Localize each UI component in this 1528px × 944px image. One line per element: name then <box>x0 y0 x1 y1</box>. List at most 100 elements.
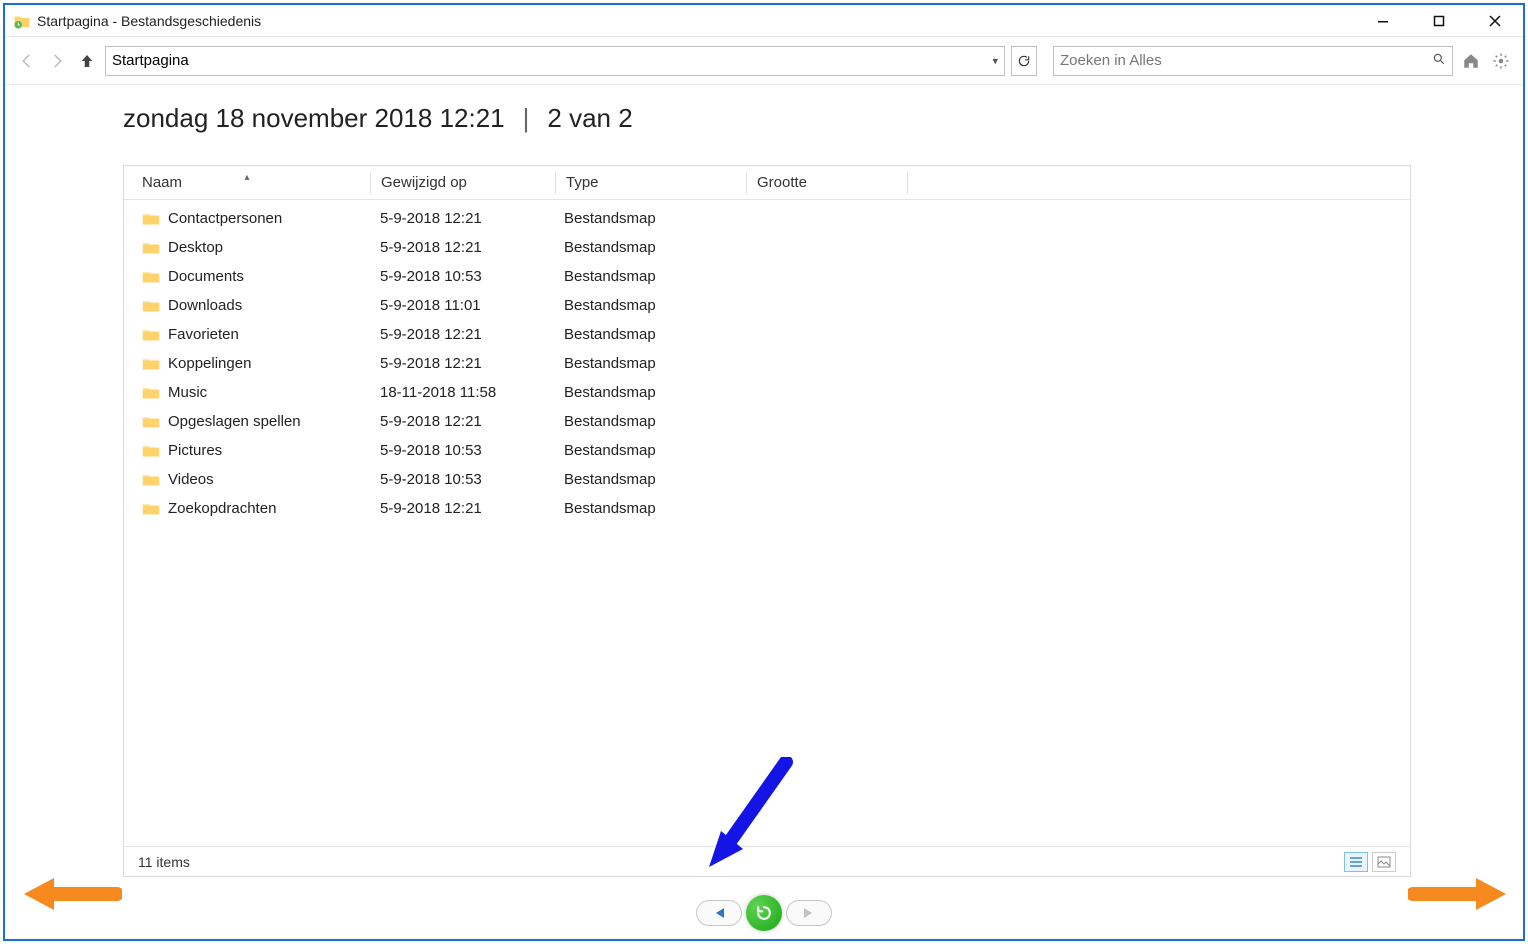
column-modified[interactable]: Gewijzigd op <box>371 174 555 191</box>
previous-version-button[interactable] <box>696 900 742 926</box>
file-modified: 5-9-2018 10:53 <box>370 471 554 488</box>
maximize-button[interactable] <box>1411 5 1467 37</box>
folder-icon <box>142 327 160 343</box>
file-modified: 5-9-2018 12:21 <box>370 355 554 372</box>
file-modified: 5-9-2018 12:21 <box>370 326 554 343</box>
file-type: Bestandsmap <box>554 326 744 343</box>
table-row[interactable]: Zoekopdrachten 5-9-2018 12:21 Bestandsma… <box>124 494 1410 523</box>
file-name: Opgeslagen spellen <box>168 413 301 430</box>
minimize-button[interactable] <box>1355 5 1411 37</box>
file-modified: 5-9-2018 12:21 <box>370 210 554 227</box>
content-area: zondag 18 november 2018 12:21 | 2 van 2 … <box>5 85 1523 939</box>
forward-button[interactable] <box>45 49 69 73</box>
file-name: Downloads <box>168 297 242 314</box>
navigation-toolbar: Startpagina ▾ Zoeken in Alles <box>5 37 1523 85</box>
file-modified: 5-9-2018 12:21 <box>370 413 554 430</box>
sort-ascending-icon: ▴ <box>244 172 249 183</box>
file-name: Desktop <box>168 239 223 256</box>
table-row[interactable]: Downloads 5-9-2018 11:01 Bestandsmap <box>124 291 1410 320</box>
folder-icon <box>142 385 160 401</box>
table-row[interactable]: Favorieten 5-9-2018 12:21 Bestandsmap <box>124 320 1410 349</box>
file-modified: 18-11-2018 11:58 <box>370 384 554 401</box>
file-type: Bestandsmap <box>554 500 744 517</box>
file-modified: 5-9-2018 11:01 <box>370 297 554 314</box>
file-type: Bestandsmap <box>554 297 744 314</box>
column-modified-label: Gewijzigd op <box>381 174 467 191</box>
home-icon[interactable] <box>1459 49 1483 73</box>
status-bar: 11 items <box>124 846 1410 876</box>
heading-separator: | <box>523 103 530 134</box>
folder-icon <box>142 501 160 517</box>
column-type[interactable]: Type <box>556 174 746 191</box>
titlebar: Startpagina - Bestandsgeschiedenis <box>5 5 1523 37</box>
file-history-window: Startpagina - Bestandsgeschiedenis Start… <box>3 3 1525 941</box>
file-type: Bestandsmap <box>554 355 744 372</box>
settings-icon[interactable] <box>1489 49 1513 73</box>
column-size[interactable]: Grootte <box>747 174 907 191</box>
file-type: Bestandsmap <box>554 413 744 430</box>
search-placeholder: Zoeken in Alles <box>1060 52 1162 69</box>
up-button[interactable] <box>75 49 99 73</box>
folder-icon <box>142 298 160 314</box>
file-name: Favorieten <box>168 326 239 343</box>
file-type: Bestandsmap <box>554 471 744 488</box>
refresh-button[interactable] <box>1011 46 1037 76</box>
file-modified: 5-9-2018 12:21 <box>370 239 554 256</box>
back-button[interactable] <box>15 49 39 73</box>
file-name: Videos <box>168 471 214 488</box>
file-modified: 5-9-2018 10:53 <box>370 268 554 285</box>
folder-icon <box>142 356 160 372</box>
restore-button[interactable] <box>746 895 782 931</box>
folder-icon <box>142 414 160 430</box>
address-dropdown-icon[interactable]: ▾ <box>992 54 998 67</box>
table-row[interactable]: Koppelingen 5-9-2018 12:21 Bestandsmap <box>124 349 1410 378</box>
column-name[interactable]: ▴ Naam <box>124 174 370 191</box>
search-input[interactable]: Zoeken in Alles <box>1053 46 1453 76</box>
table-row[interactable]: Desktop 5-9-2018 12:21 Bestandsmap <box>124 233 1410 262</box>
folder-icon <box>142 211 160 227</box>
folder-icon <box>142 443 160 459</box>
column-type-label: Type <box>566 174 599 191</box>
file-modified: 5-9-2018 12:21 <box>370 500 554 517</box>
snapshot-datetime: zondag 18 november 2018 12:21 <box>123 103 505 134</box>
column-separator <box>907 172 908 194</box>
file-name: Documents <box>168 268 244 285</box>
history-controls <box>5 887 1523 939</box>
table-row[interactable]: Documents 5-9-2018 10:53 Bestandsmap <box>124 262 1410 291</box>
column-name-label: Naam <box>142 174 182 191</box>
file-modified: 5-9-2018 10:53 <box>370 442 554 459</box>
search-icon <box>1432 52 1446 70</box>
snapshot-heading: zondag 18 november 2018 12:21 | 2 van 2 <box>5 85 1523 148</box>
folder-history-icon <box>13 12 31 30</box>
file-name: Zoekopdrachten <box>168 500 276 517</box>
window-title: Startpagina - Bestandsgeschiedenis <box>37 13 261 29</box>
view-thumbnails-button[interactable] <box>1372 852 1396 872</box>
close-button[interactable] <box>1467 5 1523 37</box>
file-list-panel: ▴ Naam Gewijzigd op Type Grootte Contact… <box>123 165 1411 877</box>
item-count: 11 items <box>138 854 190 870</box>
file-type: Bestandsmap <box>554 384 744 401</box>
file-type: Bestandsmap <box>554 442 744 459</box>
file-rows: Contactpersonen 5-9-2018 12:21 Bestandsm… <box>124 200 1410 846</box>
file-type: Bestandsmap <box>554 210 744 227</box>
table-row[interactable]: Contactpersonen 5-9-2018 12:21 Bestandsm… <box>124 204 1410 233</box>
address-text: Startpagina <box>112 52 189 69</box>
table-row[interactable]: Music 18-11-2018 11:58 Bestandsmap <box>124 378 1410 407</box>
table-row[interactable]: Pictures 5-9-2018 10:53 Bestandsmap <box>124 436 1410 465</box>
file-name: Koppelingen <box>168 355 251 372</box>
address-bar[interactable]: Startpagina ▾ <box>105 46 1005 76</box>
file-name: Pictures <box>168 442 222 459</box>
file-type: Bestandsmap <box>554 239 744 256</box>
folder-icon <box>142 240 160 256</box>
folder-icon <box>142 472 160 488</box>
table-row[interactable]: Videos 5-9-2018 10:53 Bestandsmap <box>124 465 1410 494</box>
file-name: Contactpersonen <box>168 210 282 227</box>
next-version-button[interactable] <box>786 900 832 926</box>
view-details-button[interactable] <box>1344 852 1368 872</box>
file-type: Bestandsmap <box>554 268 744 285</box>
column-size-label: Grootte <box>757 174 807 191</box>
folder-icon <box>142 269 160 285</box>
column-headers: ▴ Naam Gewijzigd op Type Grootte <box>124 166 1410 200</box>
file-name: Music <box>168 384 207 401</box>
table-row[interactable]: Opgeslagen spellen 5-9-2018 12:21 Bestan… <box>124 407 1410 436</box>
